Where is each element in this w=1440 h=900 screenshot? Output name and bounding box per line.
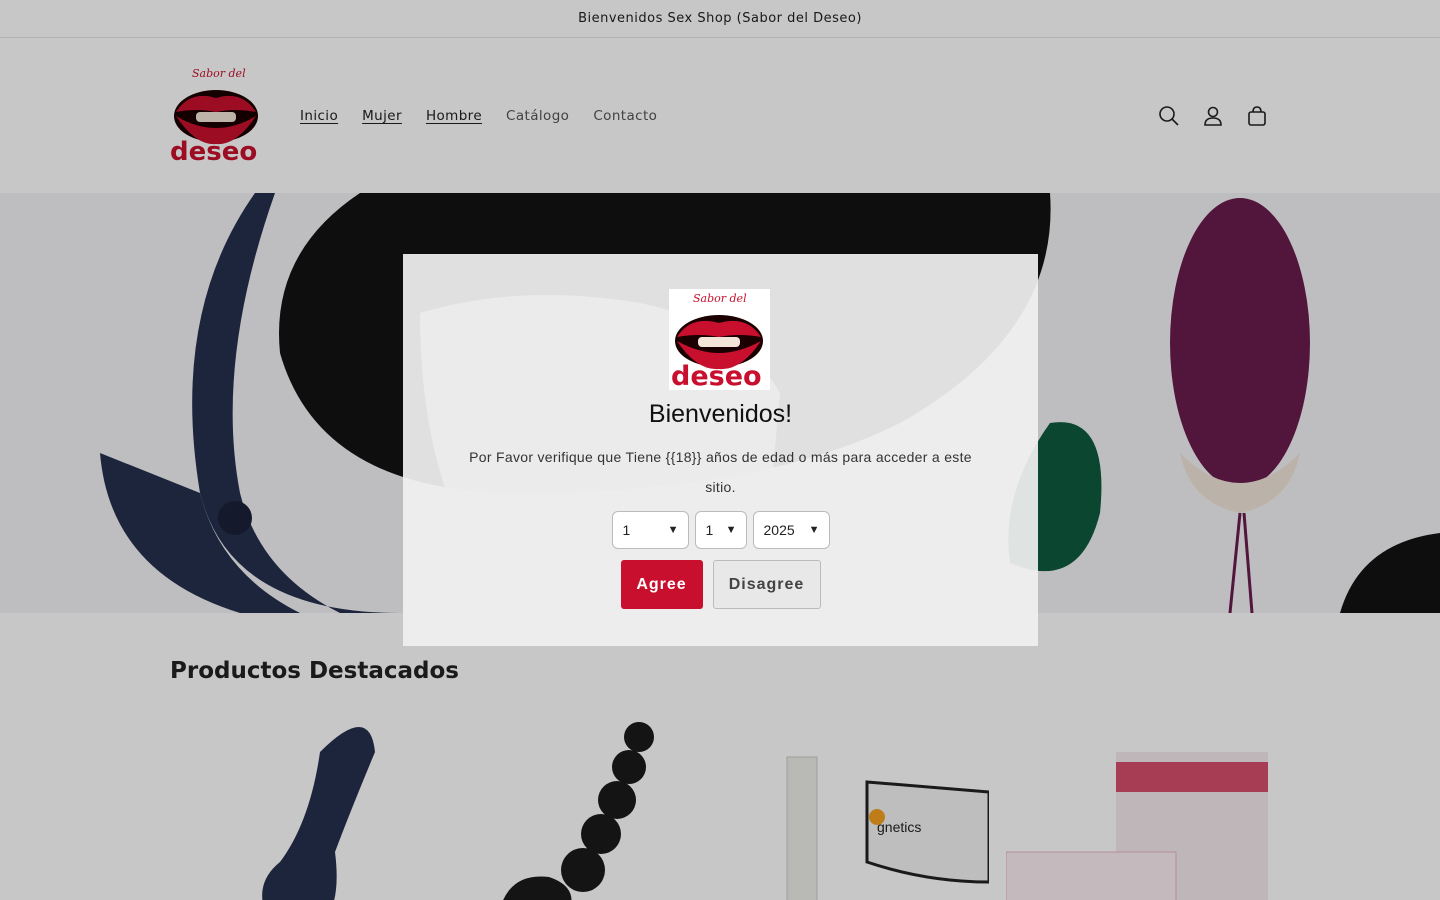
chevron-down-icon: ▼ [725,524,737,536]
modal-buttons: Agree Disagree [403,560,1038,609]
day-select[interactable]: 1 ▼ [611,511,689,549]
disagree-button[interactable]: Disagree [712,560,821,609]
age-verification-modal: Sabor del deseo Bienvenidos! Por Favor v… [403,254,1038,646]
modal-title: Bienvenidos! [648,400,793,428]
birthdate-selects: 1 ▼ 1 ▼ 2025 ▼ [403,511,1038,549]
year-select[interactable]: 2025 ▼ [752,511,830,549]
modal-text: Por Favor verifique que Tiene {{18}} año… [469,449,972,495]
modal-logo: Sabor del deseo [669,289,770,392]
month-select[interactable]: 1 ▼ [694,511,747,549]
chevron-down-icon: ▼ [667,524,679,536]
day-select-value: 1 [622,522,631,538]
month-select-value: 1 [705,522,714,538]
year-select-value: 2025 [763,522,795,538]
modal-logo-word: deseo [671,361,762,390]
agree-button[interactable]: Agree [620,560,703,609]
chevron-down-icon: ▼ [808,524,820,536]
modal-logo-script-text: Sabor del [693,292,747,305]
